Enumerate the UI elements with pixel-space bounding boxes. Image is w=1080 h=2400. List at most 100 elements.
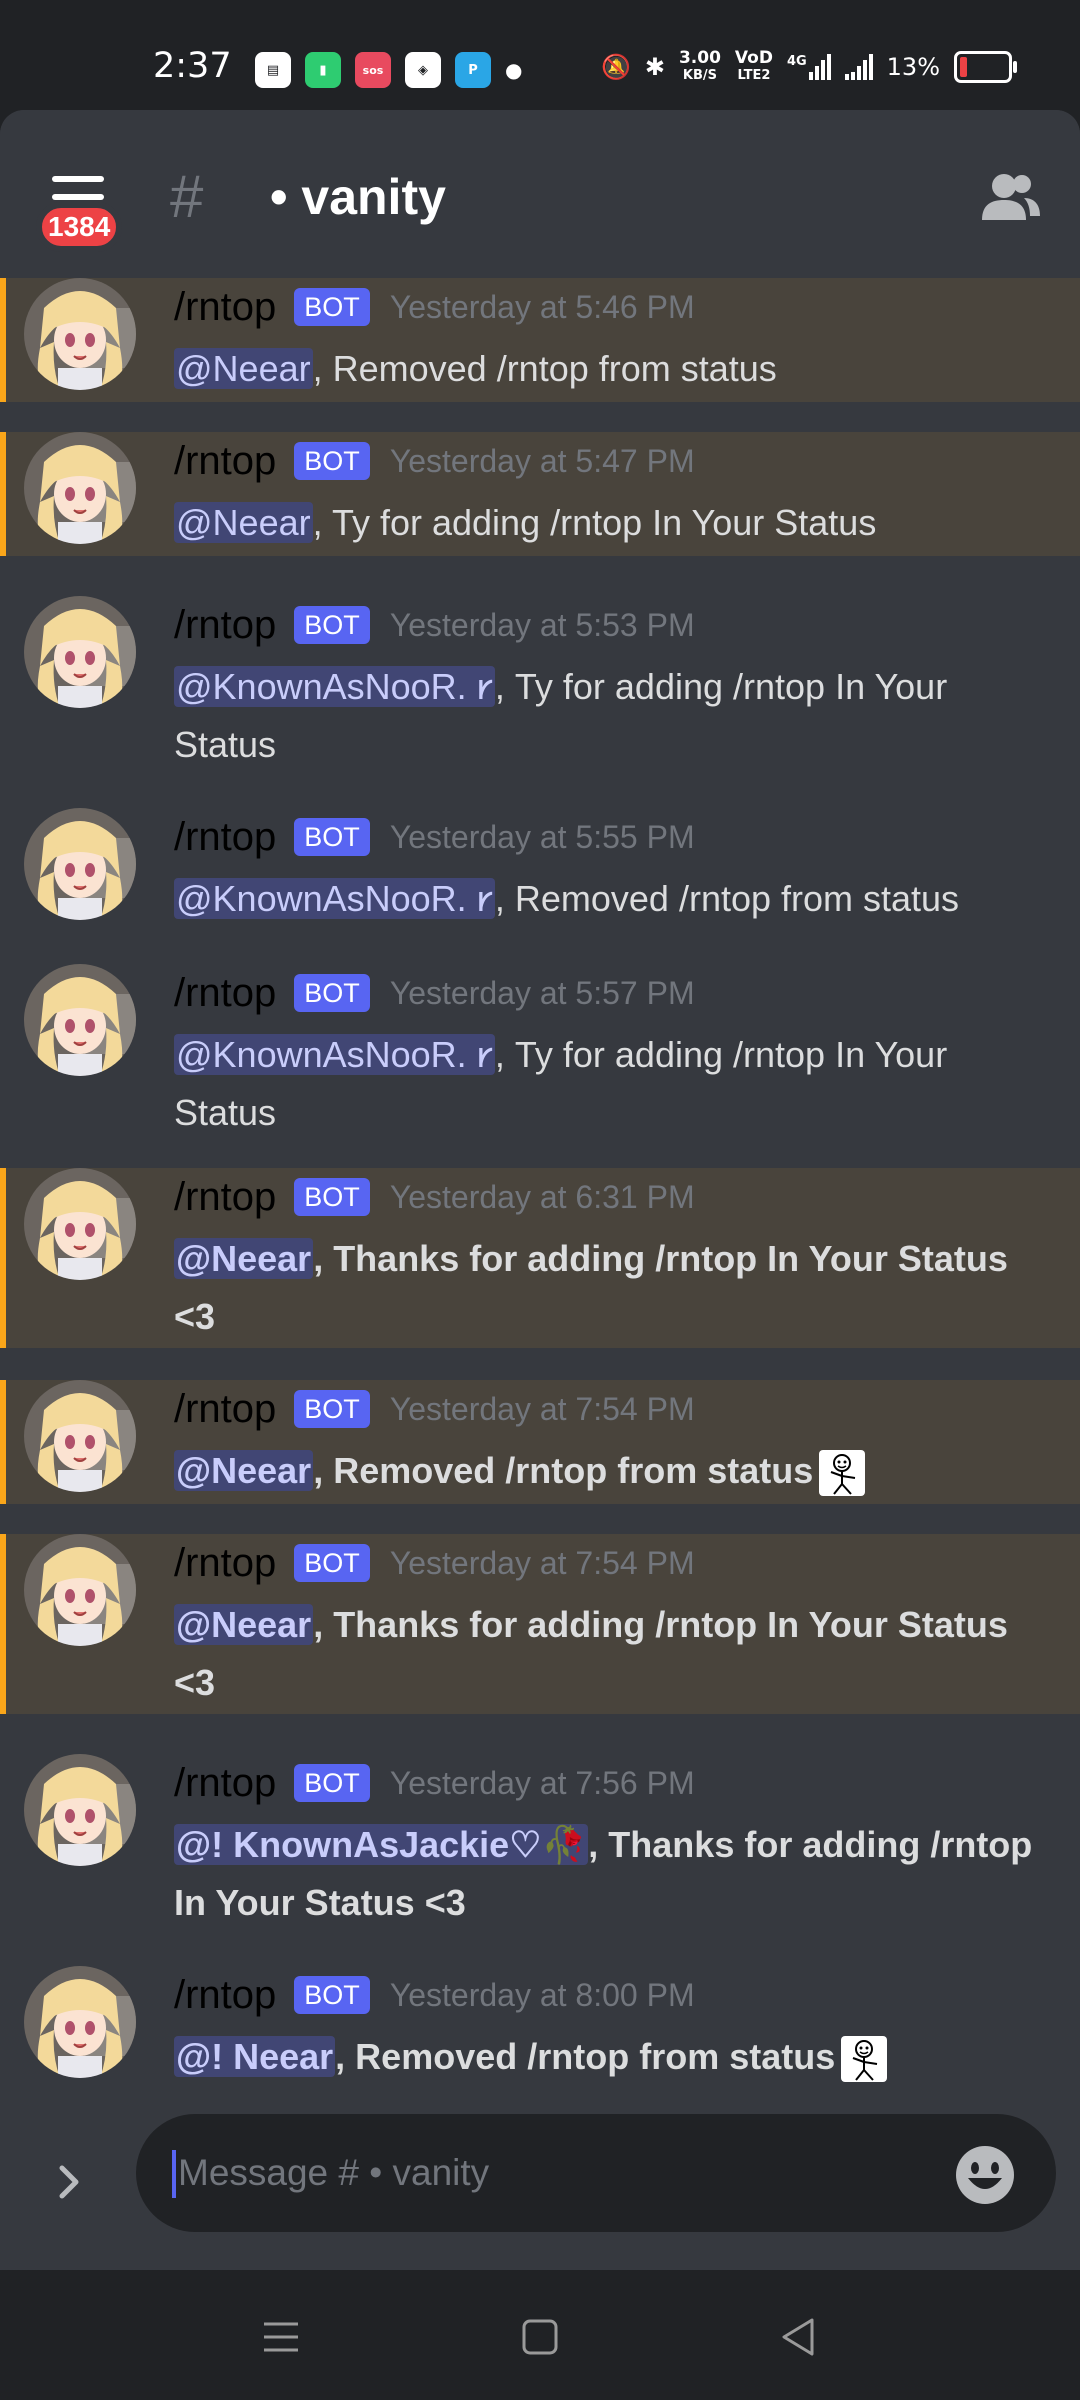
avatar[interactable] xyxy=(24,1534,136,1646)
message-text: , Removed /rntop from status xyxy=(313,1450,814,1491)
message-row[interactable]: /rntop BOT Yesterday at 5:47 PM @Neear, … xyxy=(0,432,1080,556)
author-name[interactable]: /rntop xyxy=(174,971,276,1016)
message-row[interactable]: /rntop BOT Yesterday at 6:31 PM @Neear, … xyxy=(0,1168,1080,1348)
user-mention[interactable]: @Neear xyxy=(174,348,313,389)
message-composer: Message # • vanity xyxy=(0,2100,1080,2270)
signal-icon-1: 4G xyxy=(787,54,831,80)
message-input[interactable]: Message # • vanity xyxy=(136,2114,1056,2232)
message-timestamp: Yesterday at 7:54 PM xyxy=(389,1390,695,1427)
back-icon[interactable] xyxy=(776,2314,822,2360)
system-nav-bar xyxy=(0,2270,1080,2400)
text-caret xyxy=(172,2150,176,2198)
sos-notification-icon: sos xyxy=(355,52,391,88)
status-time: 2:37 xyxy=(153,46,232,86)
battery-saver-notification-icon: ▮ xyxy=(305,52,341,88)
battery-icon xyxy=(954,51,1017,83)
message-header: /rntop BOT Yesterday at 5:53 PM xyxy=(174,600,695,650)
bot-badge: BOT xyxy=(294,974,370,1012)
message-content: @Neear, Removed /rntop from status xyxy=(174,1442,1054,1500)
recents-icon[interactable] xyxy=(258,2314,304,2360)
dot-icon: ● xyxy=(505,58,523,82)
channel-header: 1384 # • vanity xyxy=(0,110,1080,278)
bot-badge: BOT xyxy=(294,1544,370,1582)
message-content: @KnownAsNooR. 𐑾, Ty for adding /rntop In… xyxy=(174,658,1054,774)
user-mention[interactable]: @KnownAsNooR. 𐑾 xyxy=(174,666,495,707)
message-header: /rntop BOT Yesterday at 8:00 PM xyxy=(174,1970,695,2020)
user-mention[interactable]: @KnownAsNooR. 𐑾 xyxy=(174,878,495,919)
bot-badge: BOT xyxy=(294,818,370,856)
user-mention[interactable]: @Neear xyxy=(174,1238,314,1279)
message-content: @KnownAsNooR. 𐑾, Ty for adding /rntop In… xyxy=(174,1026,1054,1142)
avatar[interactable] xyxy=(24,1754,136,1866)
bot-badge: BOT xyxy=(294,442,370,480)
message-header: /rntop BOT Yesterday at 7:56 PM xyxy=(174,1758,695,1808)
message-row[interactable]: /rntop BOT Yesterday at 7:54 PM @Neear, … xyxy=(0,1380,1080,1504)
message-header: /rntop BOT Yesterday at 7:54 PM xyxy=(174,1384,695,1434)
net-speed: 3.00 KB/S xyxy=(678,48,721,84)
home-icon[interactable] xyxy=(517,2314,563,2360)
signal-icon-2 xyxy=(844,54,873,80)
battery-percent: 13% xyxy=(886,53,940,81)
avatar[interactable] xyxy=(24,1966,136,2078)
message-header: /rntop BOT Yesterday at 6:31 PM xyxy=(174,1172,695,1222)
message-text: , Removed /rntop from status xyxy=(312,348,777,389)
status-bar: 2:37 ▤ ▮ sos ◈ P ● 🔕 ✱ 3.00 KB/S VoD LTE… xyxy=(0,0,1080,110)
channel-title[interactable]: • vanity xyxy=(270,168,446,226)
bot-badge: BOT xyxy=(294,1390,370,1428)
message-row[interactable]: /rntop BOT Yesterday at 7:56 PM @! Known… xyxy=(0,1746,1080,1958)
avatar[interactable] xyxy=(24,1380,136,1492)
bot-badge: BOT xyxy=(294,1976,370,2014)
author-name[interactable]: /rntop xyxy=(174,815,276,860)
author-name[interactable]: /rntop xyxy=(174,1541,276,1586)
message-header: /rntop BOT Yesterday at 7:54 PM xyxy=(174,1538,695,1588)
user-mention[interactable]: @Neear xyxy=(174,1604,314,1645)
author-name[interactable]: /rntop xyxy=(174,1761,276,1806)
message-timestamp: Yesterday at 7:56 PM xyxy=(389,1764,695,1801)
message-content: @Neear, Thanks for adding /rntop In Your… xyxy=(174,1230,1054,1346)
message-row[interactable]: /rntop BOT Yesterday at 5:53 PM @KnownAs… xyxy=(0,588,1080,800)
author-name[interactable]: /rntop xyxy=(174,1387,276,1432)
message-input-placeholder: Message # • vanity xyxy=(178,2152,490,2193)
unread-badge: 1384 xyxy=(36,202,123,252)
message-header: /rntop BOT Yesterday at 5:55 PM xyxy=(174,812,695,862)
message-row[interactable]: /rntop BOT Yesterday at 5:55 PM @KnownAs… xyxy=(0,800,1080,956)
emoji-icon[interactable] xyxy=(954,2144,1016,2206)
bag-notification-icon: ◈ xyxy=(405,52,441,88)
author-name[interactable]: /rntop xyxy=(174,439,276,484)
avatar[interactable] xyxy=(24,808,136,920)
mute-icon: 🔕 xyxy=(600,53,631,81)
avatar[interactable] xyxy=(24,596,136,708)
avatar[interactable] xyxy=(24,1168,136,1280)
user-mention[interactable]: @Neear xyxy=(174,502,313,543)
status-system-icons: 🔕 ✱ 3.00 KB/S VoD LTE2 4G 13% xyxy=(600,48,1017,84)
avatar[interactable] xyxy=(24,432,136,544)
message-timestamp: Yesterday at 5:46 PM xyxy=(389,288,695,325)
avatar[interactable] xyxy=(24,278,136,390)
volte-indicator: VoD LTE2 xyxy=(734,48,773,84)
stickman-emoji-icon xyxy=(819,1450,866,1497)
user-mention[interactable]: @KnownAsNooR. 𐑾 xyxy=(174,1034,495,1075)
message-timestamp: Yesterday at 5:53 PM xyxy=(389,606,695,643)
chevron-right-icon[interactable] xyxy=(50,2162,90,2202)
author-name[interactable]: /rntop xyxy=(174,1175,276,1220)
message-row[interactable]: /rntop BOT Yesterday at 5:46 PM @Neear, … xyxy=(0,278,1080,402)
avatar[interactable] xyxy=(24,964,136,1076)
author-name[interactable]: /rntop xyxy=(174,285,276,330)
message-content: @KnownAsNooR. 𐑾, Removed /rntop from sta… xyxy=(174,870,1054,928)
user-mention[interactable]: @! KnownAsJackie♡🥀 xyxy=(174,1824,589,1865)
user-mention[interactable]: @! Neear xyxy=(174,2036,336,2077)
message-text: , Ty for adding /rntop In Your Status xyxy=(312,502,877,543)
bluetooth-icon: ✱ xyxy=(644,53,665,81)
author-name[interactable]: /rntop xyxy=(174,1973,276,2018)
status-app-icons: ▤ ▮ sos ◈ P ● xyxy=(255,52,522,88)
app-p-notification-icon: P xyxy=(455,52,491,88)
message-row[interactable]: /rntop BOT Yesterday at 7:54 PM @Neear, … xyxy=(0,1534,1080,1714)
members-icon[interactable] xyxy=(978,168,1042,228)
message-header: /rntop BOT Yesterday at 5:57 PM xyxy=(174,968,695,1018)
message-content: @! Neear, Removed /rntop from status xyxy=(174,2028,1054,2086)
message-row[interactable]: /rntop BOT Yesterday at 5:57 PM @KnownAs… xyxy=(0,956,1080,1168)
user-mention[interactable]: @Neear xyxy=(174,1450,314,1491)
channel-hash-icon: # xyxy=(170,163,204,230)
author-name[interactable]: /rntop xyxy=(174,603,276,648)
message-header: /rntop BOT Yesterday at 5:46 PM xyxy=(174,282,695,332)
